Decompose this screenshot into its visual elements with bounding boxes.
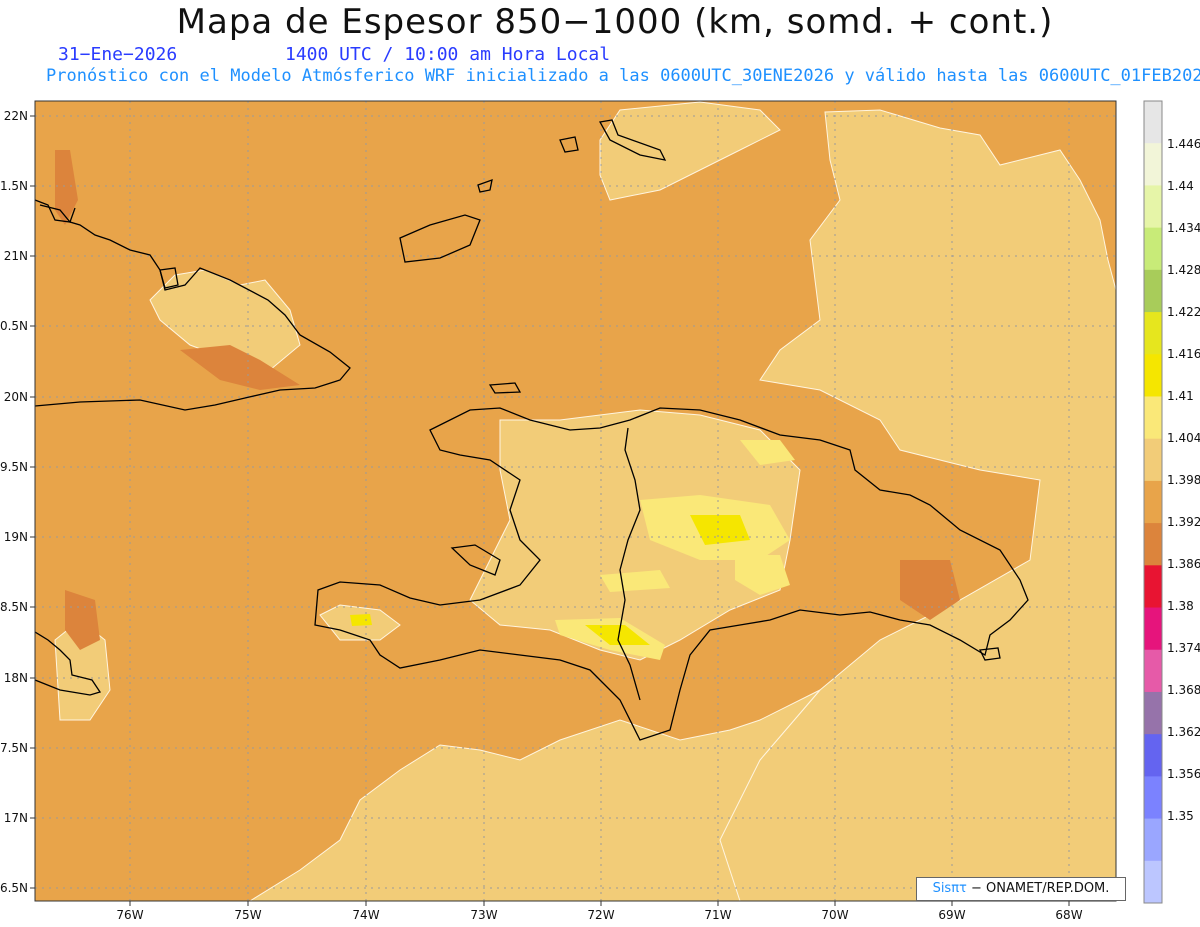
colorbar-label: 1.44 — [1167, 179, 1194, 193]
lat-label: 17N — [4, 811, 28, 825]
colorbar-segment — [1144, 185, 1162, 229]
colorbar-label: 1.422 — [1167, 305, 1200, 319]
colorbar-segment — [1144, 860, 1162, 904]
longitude-labels: 76W 75W 74W 73W 72W 71W 70W 69W 68W — [116, 908, 1082, 922]
colorbar-segment — [1144, 565, 1162, 609]
latitude-labels: 22N 1.5N 21N 0.5N 20N 9.5N 19N 8.5N 18N … — [0, 109, 28, 895]
lon-label: 73W — [470, 908, 497, 922]
colorbar-label: 1.398 — [1167, 473, 1200, 487]
colorbar-segment — [1144, 227, 1162, 271]
lat-label: 22N — [4, 109, 28, 123]
colorbar-segment — [1144, 101, 1162, 144]
colorbar-label: 1.428 — [1167, 263, 1200, 277]
colorbar-label: 1.434 — [1167, 221, 1200, 235]
colorbar-label: 1.362 — [1167, 725, 1200, 739]
lat-label: 7.5N — [0, 741, 28, 755]
colorbar-label: 1.35 — [1167, 809, 1194, 823]
contour-region-1416-tiburon — [350, 614, 372, 626]
colorbar-segment — [1144, 734, 1162, 777]
colorbar-label: 1.386 — [1167, 557, 1200, 571]
lat-label: 6.5N — [0, 881, 28, 895]
colorbar-label: 1.392 — [1167, 515, 1200, 529]
colorbar-label: 1.38 — [1167, 599, 1194, 613]
colorbar-segment — [1144, 396, 1162, 440]
lat-label: 18N — [4, 671, 28, 685]
lon-label: 68W — [1055, 908, 1082, 922]
colorbar-segment — [1144, 818, 1162, 862]
colorbar-segment — [1144, 312, 1162, 355]
lon-label: 75W — [234, 908, 261, 922]
lon-label: 74W — [352, 908, 379, 922]
colorbar-label: 1.41 — [1167, 389, 1194, 403]
colorbar-label: 1.356 — [1167, 767, 1200, 781]
colorbar-segment — [1144, 480, 1162, 524]
colorbar-segment — [1144, 523, 1162, 566]
colorbar-segment — [1144, 354, 1162, 397]
colorbar — [1144, 101, 1162, 904]
lat-label: 8.5N — [0, 600, 28, 614]
colorbar-segment — [1144, 607, 1162, 651]
colorbar-label: 1.368 — [1167, 683, 1200, 697]
lat-label: 0.5N — [0, 319, 28, 333]
lat-label: 20N — [4, 390, 28, 404]
lat-label: 21N — [4, 249, 28, 263]
lon-label: 72W — [587, 908, 614, 922]
lon-label: 76W — [116, 908, 143, 922]
colorbar-segment — [1144, 438, 1162, 482]
colorbar-label: 1.374 — [1167, 641, 1200, 655]
lon-label: 70W — [821, 908, 848, 922]
colorbar-segment — [1144, 143, 1162, 186]
colorbar-segment — [1144, 269, 1162, 313]
colorbar-segment — [1144, 649, 1162, 693]
lat-label: 1.5N — [0, 179, 28, 193]
credit-brand: Sisπτ — [932, 881, 967, 896]
colorbar-label: 1.404 — [1167, 431, 1200, 445]
lon-label: 71W — [704, 908, 731, 922]
lat-label: 9.5N — [0, 460, 28, 474]
lon-label: 69W — [938, 908, 965, 922]
colorbar-label: 1.416 — [1167, 347, 1200, 361]
colorbar-segment — [1144, 776, 1162, 820]
colorbar-segment — [1144, 691, 1162, 735]
colorbar-label: 1.446 — [1167, 137, 1200, 151]
credit-box: Sisπτ − ONAMET/REP.DOM. — [916, 877, 1126, 901]
thickness-map: 22N 1.5N 21N 0.5N 20N 9.5N 19N 8.5N 18N … — [0, 100, 1163, 922]
credit-org: − ONAMET/REP.DOM. — [971, 881, 1110, 896]
lat-label: 19N — [4, 530, 28, 544]
